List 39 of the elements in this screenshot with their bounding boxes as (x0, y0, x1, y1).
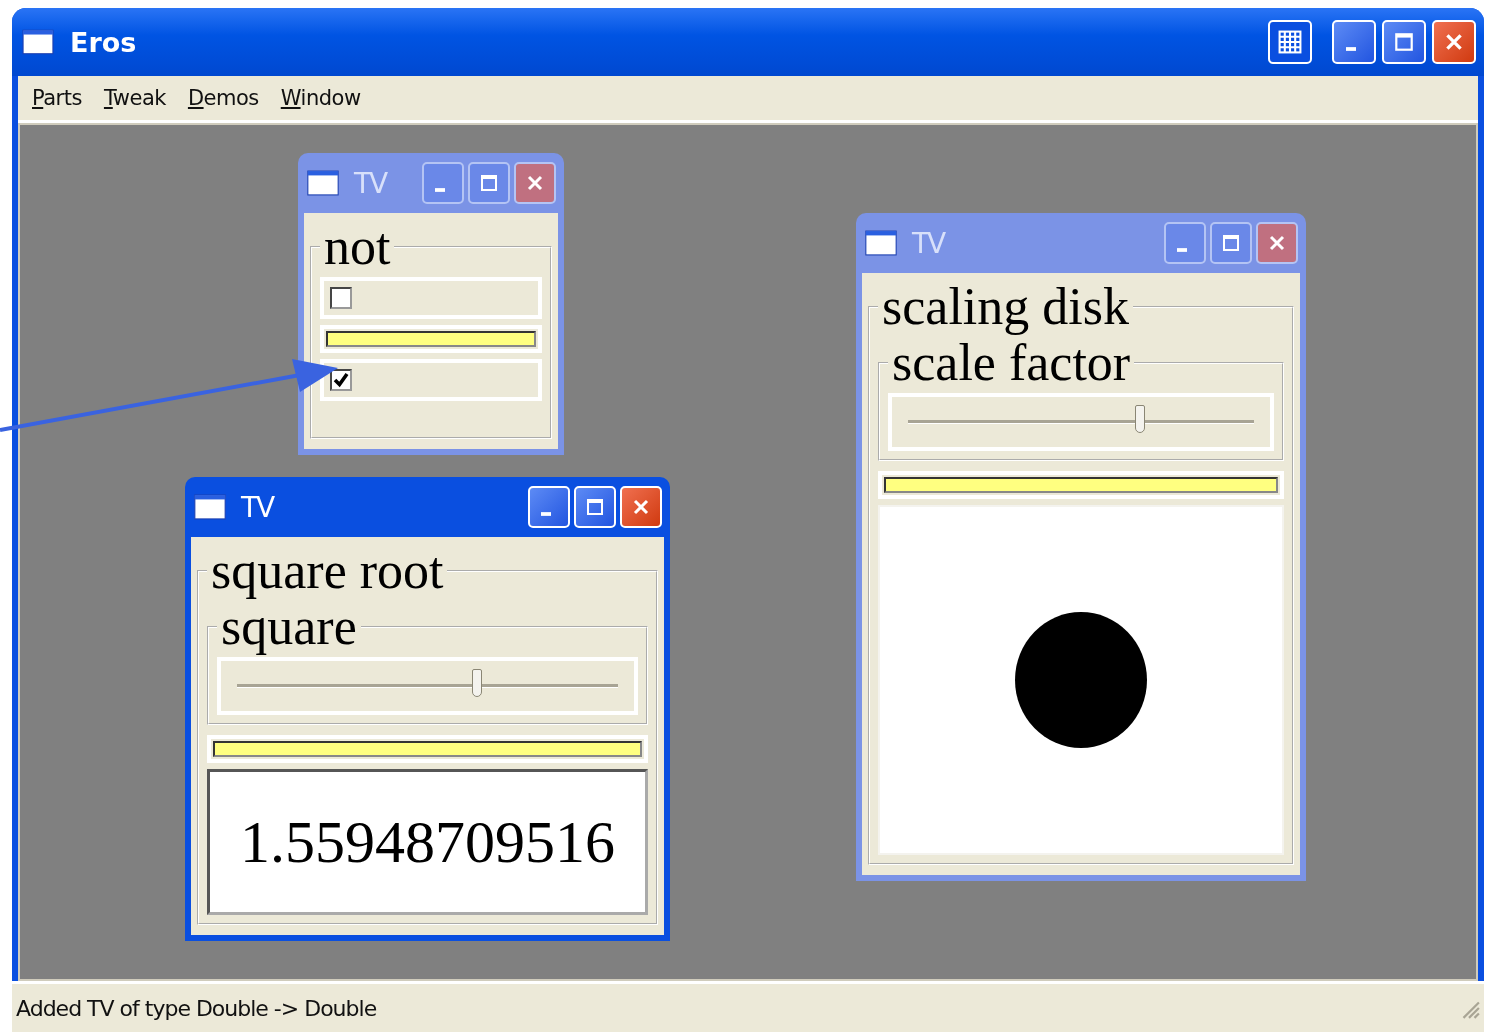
slider-thumb[interactable] (472, 669, 482, 697)
menu-item[interactable]: Parts (24, 86, 90, 110)
window-title: TV (354, 166, 387, 200)
close-icon (525, 173, 545, 193)
window-title: TV (241, 490, 274, 524)
menu-item[interactable]: Tweak (95, 86, 174, 110)
close-icon (1443, 31, 1465, 53)
checkbox[interactable] (330, 369, 352, 391)
slider-thumb[interactable] (1134, 405, 1145, 433)
maximize-icon (1221, 233, 1241, 253)
group-label: square root (210, 545, 445, 597)
close-icon (1267, 233, 1287, 253)
minimize-icon (541, 512, 551, 516)
window-icon (306, 170, 340, 196)
window-title: Eros (70, 26, 137, 58)
close-icon (631, 497, 651, 517)
number-field: 1.55948709516 (207, 769, 648, 915)
window-icon (864, 230, 898, 256)
slider[interactable] (217, 657, 638, 715)
minimize-icon (1346, 47, 1356, 51)
minimize-icon (435, 188, 445, 192)
group-label: scaling disk (881, 281, 1130, 333)
grid-icon (1277, 29, 1303, 55)
maximize-icon (479, 173, 499, 193)
group-label: not (323, 221, 392, 273)
maximize-icon (1393, 31, 1415, 53)
menu-item[interactable]: Demos (179, 86, 267, 110)
slider[interactable] (888, 393, 1274, 451)
window-icon (193, 494, 227, 520)
group-label: square (221, 601, 358, 653)
maximize-icon (585, 497, 605, 517)
window-icon (22, 29, 54, 55)
grid-button[interactable] (1268, 20, 1312, 64)
status-text: Added TV of type Double -> Double (16, 995, 378, 1021)
group-label: scale factor (892, 337, 1132, 389)
menu-item[interactable]: Window (272, 86, 369, 110)
minimize-icon (1177, 248, 1187, 252)
checkbox[interactable] (330, 287, 352, 309)
window-title: TV (912, 226, 945, 260)
